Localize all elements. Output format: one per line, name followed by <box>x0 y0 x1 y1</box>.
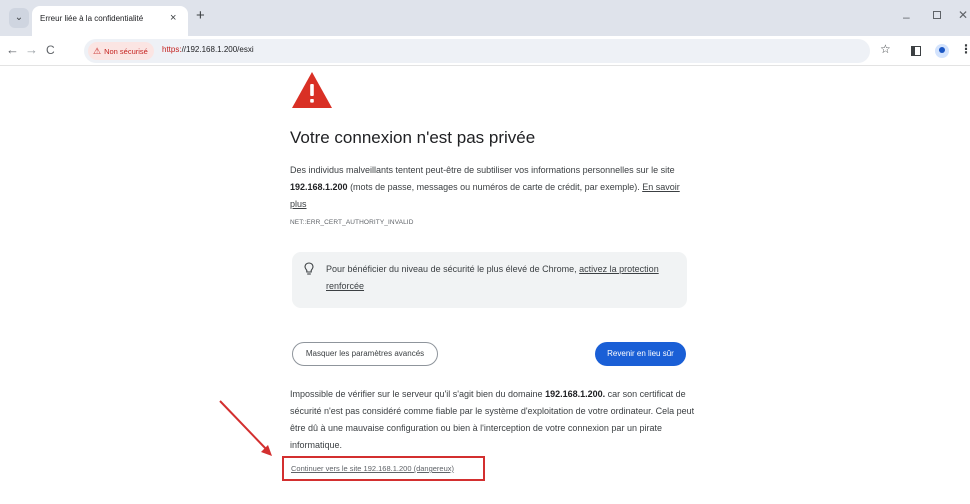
lightbulb-icon <box>304 262 314 275</box>
address-bar[interactable]: ⚠ Non sécurisé https://192.168.1.200/esx… <box>84 39 870 63</box>
intro-text-after: (mots de passe, messages ou numéros de c… <box>347 182 643 192</box>
hide-advanced-button[interactable]: Masquer les paramètres avancés <box>292 342 438 366</box>
security-label: Non sécurisé <box>104 46 148 56</box>
url-path: //192.168.1.200/esxi <box>181 45 254 54</box>
back-to-safety-button[interactable]: Revenir en lieu sûr <box>595 342 686 366</box>
side-panel-icon[interactable] <box>911 46 921 56</box>
url-text[interactable]: https://192.168.1.200/esxi <box>162 45 254 54</box>
red-arrow-annotation <box>219 400 272 456</box>
url-scheme: https: <box>162 45 182 54</box>
promo-text-before: Pour bénéficier du niveau de sécurité le… <box>326 264 580 274</box>
tab-strip: ⌄ Erreur liée à la confidentialité × + –… <box>0 0 970 36</box>
minimize-window-button[interactable]: – <box>903 10 910 24</box>
tab-search-button[interactable]: ⌄ <box>9 8 29 28</box>
details-host: 192.168.1.200. <box>545 389 606 399</box>
back-button[interactable]: ← <box>6 42 19 58</box>
proceed-unsafe-link[interactable]: Continuer vers le site 192.168.1.200 (da… <box>291 464 454 473</box>
maximize-window-button[interactable] <box>933 11 941 19</box>
reload-button[interactable]: C <box>46 42 55 58</box>
bookmark-star-icon[interactable]: ☆ <box>880 42 891 56</box>
profile-avatar-icon[interactable] <box>935 44 949 58</box>
tab-title: Erreur liée à la confidentialité <box>40 14 144 23</box>
tab-close-icon[interactable]: × <box>170 12 176 24</box>
error-code: NET::ERR_CERT_AUTHORITY_INVALID <box>290 219 414 226</box>
warning-triangle-icon <box>292 72 332 108</box>
intro-host: 192.168.1.200 <box>290 182 348 192</box>
more-menu-icon[interactable]: ⋮ <box>960 42 970 56</box>
enhanced-protection-promo: Pour bénéficier du niveau de sécurité le… <box>292 252 687 308</box>
intro-paragraph: Des individus malveillants tentent peut-… <box>290 162 695 213</box>
close-window-button[interactable]: ✕ <box>958 8 968 22</box>
browser-toolbar: ← → C ⚠ Non sécurisé https://192.168.1.2… <box>0 36 970 66</box>
active-tab[interactable]: Erreur liée à la confidentialité × <box>32 6 188 36</box>
warning-icon: ⚠ <box>93 46 102 56</box>
intro-text-before: Des individus malveillants tentent peut-… <box>290 165 675 175</box>
forward-button[interactable]: → <box>25 42 38 58</box>
promo-text: Pour bénéficier du niveau de sécurité le… <box>326 261 676 295</box>
security-indicator-chip[interactable]: ⚠ Non sécurisé <box>88 42 154 60</box>
new-tab-button[interactable]: + <box>196 8 205 24</box>
details-paragraph: Impossible de vérifier sur le serveur qu… <box>290 386 695 454</box>
page-title: Votre connexion n'est pas privée <box>290 128 536 147</box>
details-text-before: Impossible de vérifier sur le serveur qu… <box>290 389 546 399</box>
